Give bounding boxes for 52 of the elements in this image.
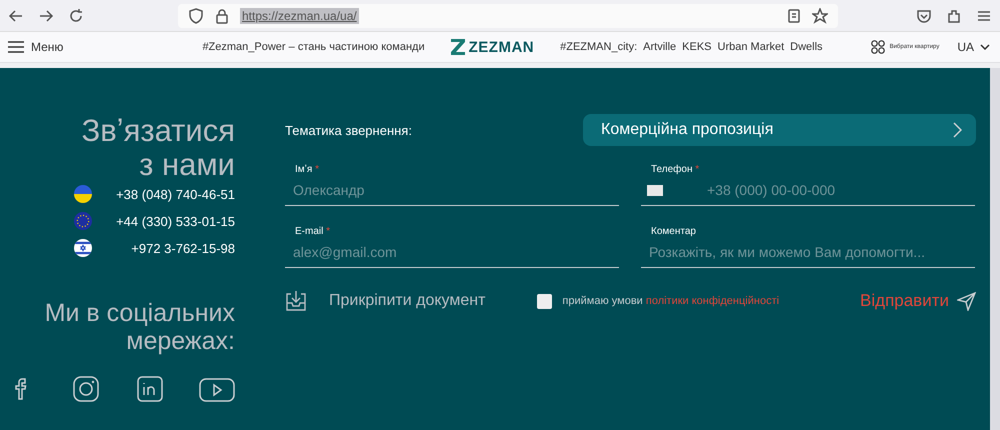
city-link[interactable]: Urban Market (718, 41, 784, 53)
logo[interactable]: ZEZMAN (450, 38, 534, 56)
scrollbar[interactable] (990, 68, 1000, 430)
menu-button[interactable]: Меню (8, 40, 64, 54)
lock-icon (214, 8, 230, 24)
field-label: Коментар (651, 226, 697, 237)
input-field[interactable]: alex@gmail.com (285, 244, 619, 260)
input-field[interactable]: Олександр (285, 182, 619, 198)
grid-icon (870, 40, 885, 54)
field-label: Імʼя * (295, 164, 320, 175)
linkedin-icon[interactable] (136, 375, 164, 403)
download-tray-icon (285, 290, 307, 312)
field-label: E-mail * (295, 226, 332, 237)
social-heading: Ми в соціальних мережах: (44, 299, 235, 355)
shield-icon[interactable] (188, 8, 204, 24)
logo-icon (450, 39, 465, 55)
address-bar[interactable]: https://zezman.ua/ua/ (178, 4, 838, 28)
menu-icon (8, 41, 24, 53)
phone-link[interactable]: +972 3-762-15-98 (131, 240, 235, 256)
city-link[interactable]: KEKS (682, 41, 712, 53)
consent-text: приймаю умови політики конфіденційності (562, 295, 780, 307)
city-label: #ZEZMAN_city: (560, 41, 638, 53)
city-link[interactable]: Artville (643, 41, 676, 53)
reload-icon[interactable] (68, 8, 84, 24)
flag-icon (74, 185, 92, 203)
phone-field[interactable]: +38 (000) 00-00-000 (663, 182, 975, 198)
forward-icon[interactable] (38, 8, 54, 24)
consent-checkbox[interactable] (537, 294, 552, 308)
flag-icon (74, 212, 92, 230)
topic-select[interactable]: Комерційна пропозиція (583, 114, 976, 146)
slogan-link[interactable]: #Zezman_Power – стань частиною команди (202, 41, 425, 53)
reader-icon[interactable] (786, 8, 802, 24)
input-field[interactable]: Розкажіть, як ми можемо Вам допомогти... (641, 244, 975, 260)
extensions-icon[interactable] (946, 8, 962, 24)
flag-icon (74, 239, 92, 257)
phone-link[interactable]: +44 (330) 533-01-15 (116, 214, 235, 228)
flag-icon[interactable] (647, 184, 663, 196)
city-link[interactable]: Dwells (790, 41, 823, 53)
language-select[interactable]: UA (957, 40, 990, 54)
phone-link[interactable]: +38 (048) 740-46-51 (116, 186, 235, 202)
chevron-down-icon (980, 44, 990, 50)
topic-label: Тематика звернення: (285, 122, 412, 138)
chevron-right-icon (953, 122, 962, 138)
send-icon (957, 292, 976, 310)
attach-button[interactable]: Прикріпити документ (285, 290, 486, 312)
back-icon[interactable] (8, 8, 24, 24)
instagram-icon[interactable] (72, 375, 100, 403)
pocket-icon[interactable] (916, 8, 932, 24)
url-text[interactable]: https://zezman.ua/ua/ (240, 8, 359, 24)
field-label: Телефон * (651, 164, 700, 175)
star-icon[interactable] (812, 8, 828, 24)
contact-heading: Звʼязатися з нами (80, 114, 235, 182)
